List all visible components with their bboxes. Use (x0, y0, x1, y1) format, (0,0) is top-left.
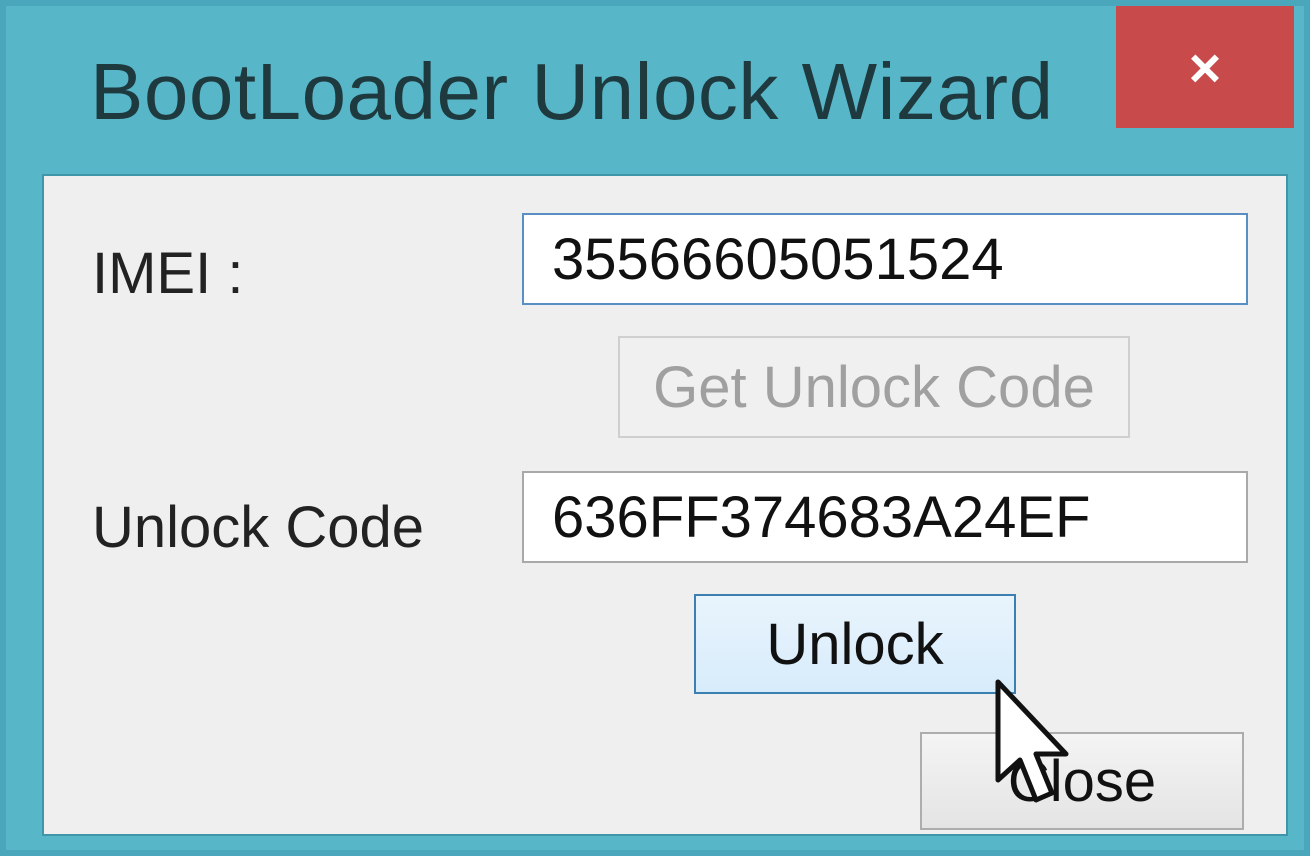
imei-value: 35566605051524 (552, 226, 1004, 292)
unlock-code-value: 636FF374683A24EF (552, 484, 1091, 550)
imei-label: IMEI : (92, 241, 244, 306)
dialog-body: IMEI : 35566605051524 Get Unlock Code Un… (42, 174, 1288, 836)
close-icon: × (1188, 35, 1222, 99)
close-button[interactable]: Close (920, 732, 1244, 830)
imei-input[interactable]: 35566605051524 (522, 213, 1248, 305)
window-title: BootLoader Unlock Wizard (90, 47, 1054, 136)
window-close-button[interactable]: × (1116, 6, 1294, 128)
wizard-window: BootLoader Unlock Wizard × IMEI : 355666… (0, 0, 1310, 856)
arrow-pointer-icon (995, 679, 1069, 803)
unlock-code-label: Unlock Code (92, 495, 425, 560)
get-unlock-code-button[interactable]: Get Unlock Code (618, 336, 1130, 438)
unlock-code-input[interactable]: 636FF374683A24EF (522, 471, 1248, 563)
unlock-button[interactable]: Unlock (694, 594, 1016, 694)
